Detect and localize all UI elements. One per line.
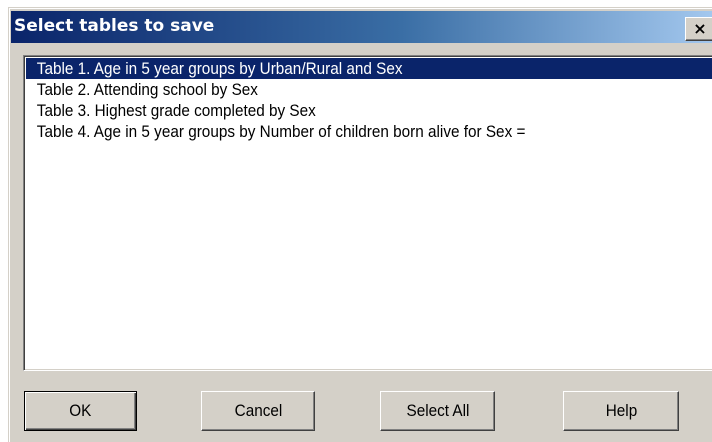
list-item-table-2[interactable]: Table 2. Attending school by Sex	[26, 79, 656, 100]
list-item-label: Table 1. Age in 5 year groups by Urban/R…	[36, 59, 403, 78]
list-item-table-1[interactable]: Table 1. Age in 5 year groups by Urban/R…	[26, 58, 712, 79]
close-icon: ×	[693, 19, 707, 38]
dialog-title: Select tables to save	[14, 16, 215, 36]
list-item-label: Table 2. Attending school by Sex	[36, 80, 258, 99]
select-tables-dialog: Select tables to save × Table 1. Age in …	[8, 7, 712, 442]
cancel-button[interactable]: Cancel	[201, 391, 315, 431]
title-bar[interactable]: Select tables to save ×	[11, 11, 712, 43]
list-item-label: Table 3. Highest grade completed by Sex	[36, 101, 316, 120]
close-button[interactable]: ×	[685, 17, 712, 41]
ok-button-label: OK	[69, 401, 92, 420]
select-all-button-label: Select All	[406, 401, 469, 420]
cancel-button-label: Cancel	[234, 401, 282, 420]
select-all-button[interactable]: Select All	[380, 391, 495, 431]
ok-button[interactable]: OK	[24, 391, 137, 431]
list-item-label: Table 4. Age in 5 year groups by Number …	[36, 122, 526, 141]
help-button-label: Help	[605, 401, 637, 420]
tables-listbox[interactable]: Table 1. Age in 5 year groups by Urban/R…	[23, 55, 712, 371]
help-button[interactable]: Help	[563, 391, 679, 431]
list-item-table-3[interactable]: Table 3. Highest grade completed by Sex	[26, 100, 656, 121]
list-item-table-4[interactable]: Table 4. Age in 5 year groups by Number …	[26, 121, 656, 142]
